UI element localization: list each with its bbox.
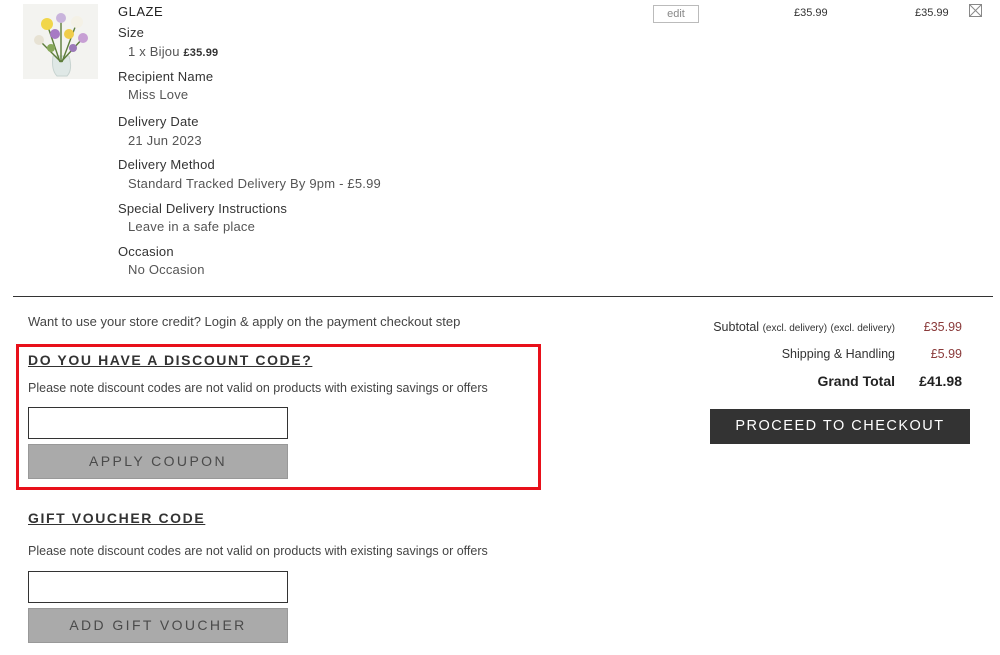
option-delivery-method-label: Delivery Method <box>118 157 215 172</box>
option-occasion-value: No Occasion <box>128 262 205 277</box>
add-gift-voucher-button[interactable]: ADD GIFT VOUCHER <box>28 608 288 643</box>
grand-total-value: £41.98 <box>919 373 962 389</box>
edit-item-button[interactable]: edit <box>653 5 699 23</box>
proceed-to-checkout-button[interactable]: PROCEED TO CHECKOUT <box>710 409 970 444</box>
grand-total-label: Grand Total <box>817 373 895 389</box>
option-size-price: £35.99 <box>183 47 219 59</box>
divider <box>13 296 993 297</box>
subtotal-value: £35.99 <box>923 320 962 334</box>
product-image[interactable] <box>23 4 98 79</box>
shipping-value: £5.99 <box>930 347 962 361</box>
option-size-label: Size <box>118 25 145 40</box>
option-occasion-label: Occasion <box>118 244 174 259</box>
subtotal-qualifier-2: (excl. delivery) <box>830 323 895 334</box>
discount-heading[interactable]: DO YOU HAVE A DISCOUNT CODE? <box>28 352 312 368</box>
voucher-note: Please note discount codes are not valid… <box>28 544 488 558</box>
discount-note: Please note discount codes are not valid… <box>28 381 488 395</box>
subtotal-label: Subtotal (excl. delivery) (excl. deliver… <box>713 320 895 334</box>
apply-coupon-button[interactable]: APPLY COUPON <box>28 444 288 479</box>
option-delivery-date-label: Delivery Date <box>118 114 199 129</box>
option-instructions-value: Leave in a safe place <box>128 219 256 234</box>
unit-price: £35.99 <box>794 7 828 19</box>
discount-code-input[interactable] <box>28 407 288 439</box>
product-name[interactable]: GLAZE <box>118 4 163 19</box>
voucher-heading[interactable]: GIFT VOUCHER CODE <box>28 510 205 526</box>
row-total: £35.99 <box>915 7 949 19</box>
option-recipient-label: Recipient Name <box>118 69 214 84</box>
option-instructions-label: Special Delivery Instructions <box>118 201 288 216</box>
close-box-icon[interactable] <box>969 4 982 17</box>
store-credit-note: Want to use your store credit? Login & a… <box>28 314 461 329</box>
shipping-label: Shipping & Handling <box>781 347 895 361</box>
gift-voucher-input[interactable] <box>28 571 288 603</box>
subtotal-qualifier-1: (excl. delivery) <box>762 323 828 334</box>
option-size-value: 1 x Bijou £35.99 <box>128 44 219 59</box>
option-delivery-date-value: 21 Jun 2023 <box>128 133 202 148</box>
option-delivery-method-value: Standard Tracked Delivery By 9pm - £5.99 <box>128 176 381 191</box>
option-recipient-value: Miss Love <box>128 87 189 102</box>
